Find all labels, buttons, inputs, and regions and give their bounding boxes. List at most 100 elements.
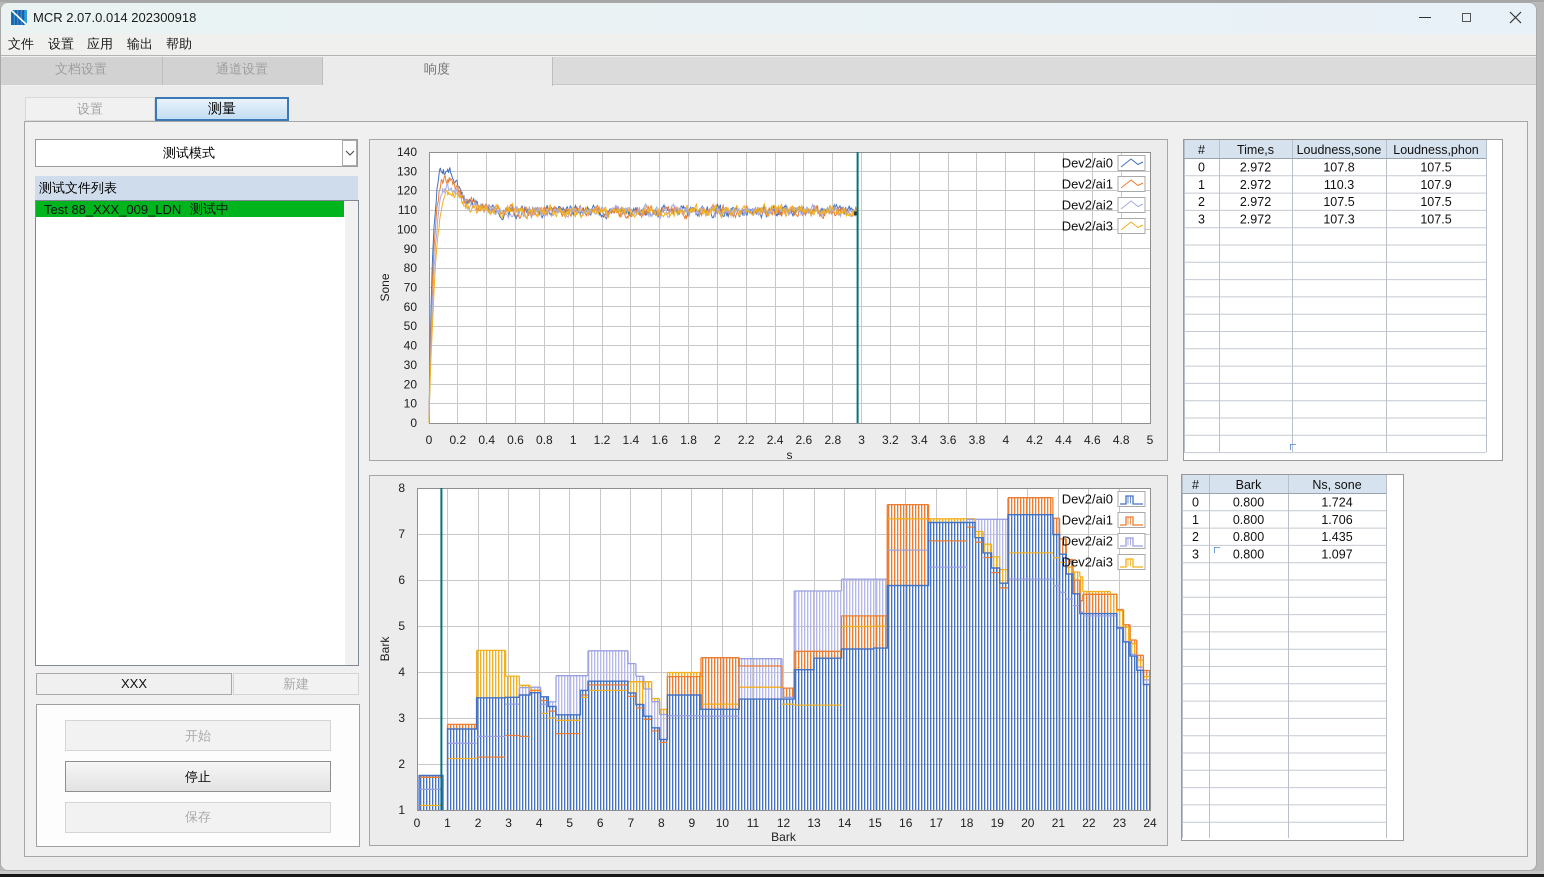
svg-text:30: 30 [404,358,418,372]
svg-text:140: 140 [397,145,417,159]
svg-text:0.800: 0.800 [1233,496,1264,510]
svg-text:4.2: 4.2 [1026,433,1043,447]
svg-text:3.2: 3.2 [882,433,899,447]
svg-text:3.4: 3.4 [911,433,928,447]
svg-text:8: 8 [398,481,405,495]
svg-text:1.6: 1.6 [651,433,668,447]
svg-text:1.2: 1.2 [594,433,611,447]
svg-text:14: 14 [838,816,852,830]
svg-text:70: 70 [404,281,418,295]
svg-text:2.972: 2.972 [1240,178,1271,192]
svg-text:2: 2 [1192,530,1199,544]
svg-text:1.435: 1.435 [1321,530,1352,544]
svg-text:1: 1 [570,433,577,447]
svg-text:4: 4 [536,816,543,830]
svg-text:0: 0 [410,416,417,430]
svg-text:15: 15 [868,816,882,830]
svg-text:16: 16 [899,816,913,830]
svg-text:1.097: 1.097 [1321,548,1352,562]
svg-text:Bark: Bark [378,636,392,662]
svg-text:8: 8 [658,816,665,830]
svg-text:17: 17 [930,816,944,830]
svg-text:#: # [1192,478,1199,492]
svg-text:107.5: 107.5 [1323,195,1354,209]
svg-text:24: 24 [1143,816,1157,830]
svg-text:2: 2 [714,433,721,447]
svg-text:40: 40 [404,339,418,353]
svg-text:110: 110 [398,203,417,217]
svg-text:1: 1 [1198,178,1205,192]
svg-text:2: 2 [1198,195,1205,209]
svg-text:Dev2/ai3: Dev2/ai3 [1062,555,1113,570]
svg-text:20: 20 [1021,816,1035,830]
svg-text:4.4: 4.4 [1055,433,1072,447]
svg-text:Dev2/ai1: Dev2/ai1 [1062,513,1113,528]
svg-text:2.972: 2.972 [1240,161,1271,175]
svg-text:1: 1 [398,803,405,817]
svg-text:5: 5 [398,619,405,633]
svg-text:0.6: 0.6 [507,433,524,447]
svg-text:120: 120 [397,184,417,198]
svg-text:2.972: 2.972 [1240,213,1271,227]
svg-text:0.4: 0.4 [478,433,495,447]
svg-text:107.5: 107.5 [1420,161,1451,175]
svg-text:4.8: 4.8 [1113,433,1130,447]
svg-text:Bark: Bark [771,830,797,844]
svg-text:6: 6 [398,573,405,587]
svg-text:3.8: 3.8 [969,433,986,447]
svg-text:2.8: 2.8 [824,433,841,447]
svg-text:Bark: Bark [1236,478,1262,492]
svg-text:Dev2/ai3: Dev2/ai3 [1062,219,1113,234]
svg-text:18: 18 [960,816,974,830]
svg-text:19: 19 [991,816,1005,830]
svg-text:107.3: 107.3 [1323,213,1354,227]
svg-text:1.724: 1.724 [1321,496,1352,510]
svg-text:3: 3 [858,433,865,447]
svg-text:2.2: 2.2 [738,433,755,447]
svg-text:11: 11 [747,816,760,830]
svg-text:0.8: 0.8 [536,433,553,447]
svg-text:10: 10 [404,397,418,411]
svg-text:Loudness,phon: Loudness,phon [1393,143,1479,157]
svg-text:110.3: 110.3 [1324,178,1354,192]
svg-text:1: 1 [444,816,451,830]
svg-text:13: 13 [807,816,821,830]
svg-text:4: 4 [398,665,405,679]
svg-text:3: 3 [1192,548,1199,562]
svg-text:Time,s: Time,s [1237,143,1274,157]
svg-text:22: 22 [1082,816,1096,830]
svg-text:107.9: 107.9 [1420,178,1451,192]
svg-text:12: 12 [777,816,791,830]
svg-text:0: 0 [1192,496,1199,510]
svg-text:5: 5 [566,816,573,830]
svg-text:Sone: Sone [378,273,392,301]
svg-text:4.6: 4.6 [1084,433,1101,447]
svg-text:6: 6 [597,816,604,830]
svg-text:7: 7 [398,527,405,541]
svg-text:1.4: 1.4 [623,433,640,447]
svg-text:7: 7 [627,816,634,830]
svg-text:#: # [1198,143,1205,157]
svg-text:100: 100 [397,222,417,236]
svg-text:23: 23 [1113,816,1127,830]
svg-text:Dev2/ai0: Dev2/ai0 [1062,492,1113,507]
svg-text:Dev2/ai2: Dev2/ai2 [1062,534,1113,549]
svg-text:5: 5 [1147,433,1154,447]
svg-text:107.5: 107.5 [1420,195,1451,209]
svg-text:21: 21 [1052,816,1066,830]
svg-text:10: 10 [716,816,730,830]
svg-text:2.6: 2.6 [796,433,813,447]
svg-text:2: 2 [475,816,482,830]
svg-text:107.8: 107.8 [1323,161,1354,175]
svg-text:2.972: 2.972 [1240,195,1271,209]
svg-text:20: 20 [404,377,418,391]
svg-text:1.706: 1.706 [1321,513,1352,527]
svg-text:90: 90 [404,242,418,256]
svg-text:Loudness,sone: Loudness,sone [1297,143,1382,157]
svg-text:130: 130 [397,164,417,178]
svg-text:Dev2/ai0: Dev2/ai0 [1062,156,1113,171]
svg-text:0: 0 [414,816,421,830]
svg-text:0.800: 0.800 [1233,513,1264,527]
svg-text:50: 50 [404,319,418,333]
svg-text:0: 0 [1198,161,1205,175]
